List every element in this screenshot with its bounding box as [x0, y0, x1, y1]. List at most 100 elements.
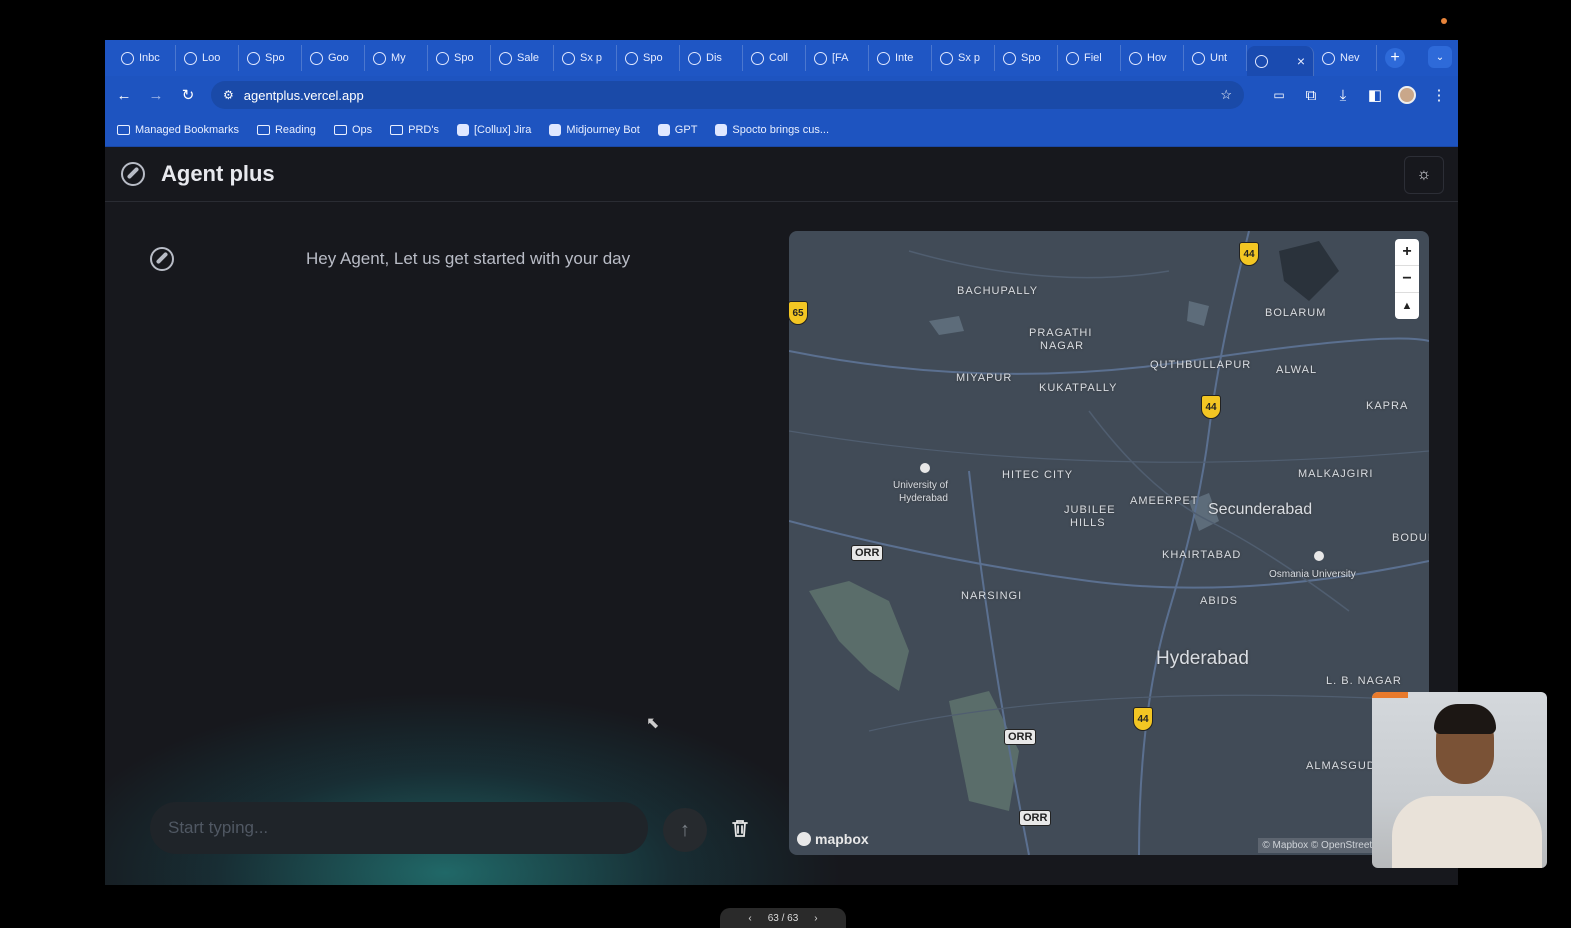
theme-toggle-button[interactable]: ☼	[1404, 156, 1444, 194]
highway-shield: 44	[1201, 395, 1221, 419]
bookmark-item[interactable]: Spocto brings cus...	[715, 124, 829, 136]
tab-7[interactable]: Sx p	[554, 45, 617, 71]
tab-12[interactable]: Inte	[869, 45, 932, 71]
tab-label: Dis	[706, 52, 722, 64]
address-bar[interactable]: ⚙ agentplus.vercel.app ☆	[211, 81, 1244, 109]
bookmark-label: PRD's	[408, 124, 439, 136]
tab-9[interactable]: Dis	[680, 45, 743, 71]
arrow-up-icon: ↑	[680, 818, 690, 841]
tab-14[interactable]: Spo	[995, 45, 1058, 71]
greeting-text: Hey Agent, Let us get started with your …	[306, 249, 631, 268]
map-label-bolarum: BOLARUM	[1265, 307, 1327, 319]
tab-15[interactable]: Fiel	[1058, 45, 1121, 71]
side-panel-icon[interactable]: ◧	[1366, 86, 1384, 104]
bookmark-star-icon[interactable]: ☆	[1220, 87, 1232, 103]
app-header: Agent plus ☼	[105, 147, 1458, 202]
tab-label: Spo	[454, 52, 474, 64]
lake-shape	[1279, 241, 1339, 301]
tab-strip: Inbc Loo Spo Goo My Spo Sale Sx p Spo Dis Coll [FA I…	[105, 40, 1458, 76]
map-label-quthbullapur: QUTHBULLAPUR	[1150, 359, 1252, 371]
tab-11[interactable]: [FA	[806, 45, 869, 71]
tab-search-button[interactable]: ⌄	[1428, 46, 1452, 68]
map-label-secunderabad: Secunderabad	[1208, 501, 1313, 518]
extensions-icon[interactable]: ⧉	[1302, 87, 1320, 104]
tab-8[interactable]: Spo	[617, 45, 680, 71]
tab-13[interactable]: Sx p	[932, 45, 995, 71]
back-icon[interactable]: ←	[115, 87, 133, 104]
map-label-hyderabad: Hyderabad	[1156, 648, 1249, 669]
major-road	[1138, 231, 1250, 855]
profile-avatar[interactable]	[1398, 86, 1416, 104]
openai-icon	[1003, 51, 1016, 65]
ceiling-light	[1372, 692, 1408, 698]
trash-icon	[732, 820, 748, 837]
prev-page-icon[interactable]: ‹	[748, 913, 751, 924]
bookmark-label: Reading	[274, 124, 316, 136]
folder-icon	[390, 125, 404, 135]
zoom-in-button[interactable]: +	[1395, 239, 1419, 266]
presenter-body	[1392, 796, 1542, 868]
tab-2[interactable]: Spo	[239, 45, 302, 71]
map-label-malkajgiri: MALKAJGIRI	[1298, 468, 1374, 480]
cast-icon[interactable]: ▭	[1270, 88, 1288, 102]
tab-16[interactable]: Hov	[1121, 45, 1184, 71]
bookmark-item[interactable]: GPT	[657, 124, 697, 136]
send-button[interactable]: ↑	[663, 808, 707, 852]
browser-window: Inbc Loo Spo Goo My Spo Sale Sx p Spo Dis Coll [FA I…	[105, 40, 1458, 885]
folder-icon	[333, 125, 347, 135]
sheets-icon	[1192, 51, 1205, 65]
forward-icon[interactable]: →	[147, 87, 165, 104]
lake-shape	[1187, 301, 1209, 326]
tab-3[interactable]: Goo	[302, 45, 365, 71]
orr-road-label: ORR	[1004, 729, 1037, 745]
zoom-out-button[interactable]: −	[1395, 266, 1419, 293]
bookmark-item[interactable]: Ops	[333, 124, 372, 136]
browser-toolbar: ← → ↻ ⚙ agentplus.vercel.app ☆ ▭ ⧉ ⤓ ◧ ⋮	[105, 76, 1458, 114]
bookmark-item[interactable]: Managed Bookmarks	[117, 124, 239, 136]
mapbox-icon	[797, 832, 811, 846]
zoom-control: + − ▲	[1395, 239, 1419, 319]
tab-10[interactable]: Coll	[743, 45, 806, 71]
map-label-narsingi: NARSINGI	[961, 590, 1023, 602]
bookmark-favicon-icon	[715, 124, 728, 136]
tab-active[interactable]: ×	[1247, 46, 1314, 76]
reload-icon[interactable]: ↻	[179, 86, 197, 104]
lake-shape	[949, 691, 1019, 811]
close-tab-icon[interactable]: ×	[1297, 53, 1305, 69]
tab-4[interactable]: My	[365, 45, 428, 71]
mapbox-logo[interactable]: mapbox	[797, 831, 869, 847]
mouse-cursor: ⬉	[646, 715, 660, 732]
bookmark-item[interactable]: [Collux] Jira	[456, 124, 531, 136]
chat-input[interactable]	[166, 817, 632, 839]
bookmark-label: Spocto brings cus...	[732, 124, 830, 136]
map-label-kapra: KAPRA	[1366, 400, 1409, 412]
menu-icon[interactable]: ⋮	[1430, 86, 1448, 104]
bookmark-item[interactable]: PRD's	[390, 124, 439, 136]
site-settings-icon[interactable]: ⚙	[223, 88, 234, 102]
jira-icon	[814, 51, 827, 65]
tab-label: Inte	[895, 52, 914, 64]
tab-label: Sale	[517, 52, 540, 64]
map-label-jubilee: JUBILEE	[1064, 504, 1116, 516]
highway-shield: 44	[1133, 707, 1153, 731]
tab-6[interactable]: Sale	[491, 45, 554, 71]
tab-1[interactable]: Loo	[176, 45, 239, 71]
lake-shape	[809, 581, 909, 691]
university-icon	[918, 461, 932, 475]
map-label-kukatpally: KUKATPALLY	[1039, 382, 1118, 394]
compass-reset-button[interactable]: ▲	[1395, 293, 1419, 319]
download-icon[interactable]: ⤓	[1334, 87, 1352, 104]
bookmark-item[interactable]: Reading	[256, 124, 316, 136]
tab-last[interactable]: Nev	[1314, 45, 1377, 71]
map-label-university: University of	[893, 480, 949, 491]
tab-5[interactable]: Spo	[428, 45, 491, 71]
bookmark-item[interactable]: Midjourney Bot	[549, 124, 640, 136]
compass-logo-icon	[121, 162, 145, 186]
clear-chat-button[interactable]	[722, 808, 758, 848]
new-tab-button[interactable]: +	[1385, 48, 1405, 68]
tab-0[interactable]: Inbc	[113, 45, 176, 71]
app-icon	[1129, 51, 1142, 65]
tab-17[interactable]: Unt	[1184, 45, 1247, 71]
map-view[interactable]: + − ▲ BACHUPALLY PRAGATHI NAGAR BOLARUM …	[789, 231, 1429, 855]
next-page-icon[interactable]: ›	[814, 913, 817, 924]
